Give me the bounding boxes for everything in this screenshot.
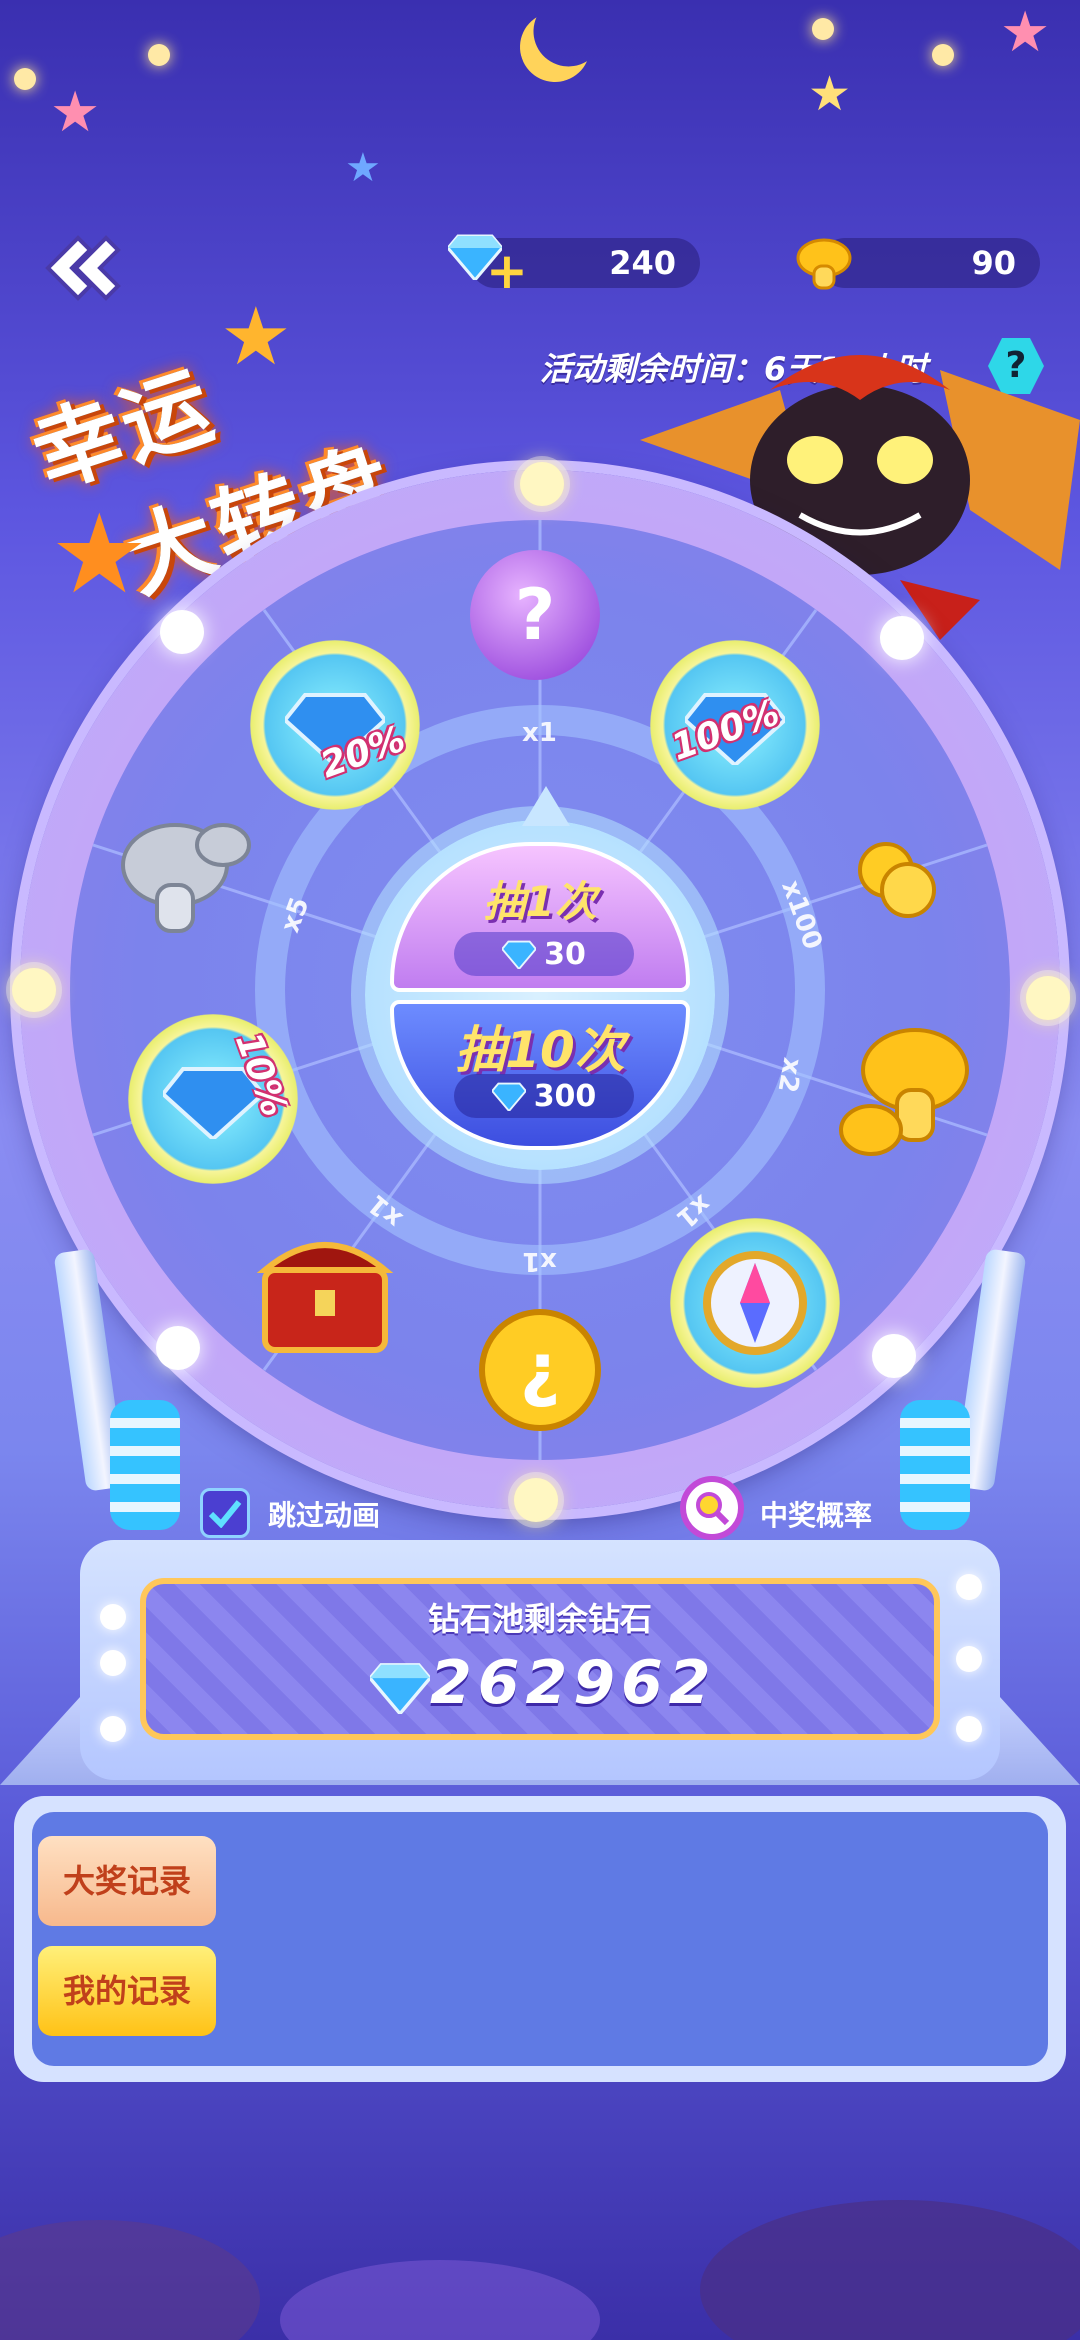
compass-icon: [703, 1251, 807, 1355]
wheel-light: [156, 1326, 200, 1370]
prize-diamond-pile-20: 20%: [250, 640, 420, 810]
console-light: [956, 1716, 982, 1742]
star-icon: ★: [220, 290, 292, 383]
light-bulb: [148, 44, 170, 66]
diamond-pool-value: 262962: [430, 1648, 717, 1718]
svg-text:¿: ¿: [520, 1328, 561, 1410]
wheel-pointer-icon: [522, 786, 570, 826]
skip-animation-checkbox[interactable]: [200, 1488, 250, 1538]
win-probability-label[interactable]: 中奖概率: [760, 1494, 872, 1534]
console-light: [956, 1574, 982, 1600]
diamond-icon: [491, 1082, 526, 1111]
light-bulb: [932, 44, 954, 66]
star-icon: ★: [808, 66, 852, 122]
moon-icon: [510, 2, 600, 92]
mushroom-balance: 90: [820, 238, 1040, 288]
wheel-light: [1026, 976, 1070, 1020]
diamond-pool-title: 钻石池剩余钻石: [427, 1600, 652, 1638]
prize-gold-mystery-coin: ¿: [470, 1300, 610, 1440]
back-button[interactable]: [38, 228, 128, 308]
wheel-light: [12, 968, 56, 1012]
spring-decor: [110, 1400, 180, 1530]
magnifier-icon: [696, 1492, 730, 1526]
treasure-chest-icon: [256, 1242, 394, 1353]
diamond-icon: [370, 1663, 430, 1714]
wheel-light: [520, 462, 564, 506]
console-light: [100, 1716, 126, 1742]
checkmark-icon: [208, 1500, 242, 1528]
spring-decor: [900, 1400, 970, 1530]
prize-mystery-orb: ?: [470, 550, 600, 680]
prize-diamond-pile-10: 10%: [128, 1014, 298, 1184]
grand-prize-records-button[interactable]: 大奖记录: [38, 1836, 216, 1926]
multiplier-label: x1: [522, 718, 557, 748]
multiplier-label: x2: [771, 1055, 808, 1095]
gold-mushroom-icon: [839, 1028, 969, 1156]
my-records-button[interactable]: 我的记录: [38, 1946, 216, 2036]
prize-silver-mushrooms: [110, 800, 260, 950]
prize-gold-mushrooms: [830, 1020, 980, 1170]
double-chevron-left-icon: [45, 235, 121, 301]
win-probability-button[interactable]: [680, 1476, 744, 1540]
light-bulb: [14, 68, 36, 90]
gold-coin-question-icon: ¿: [479, 1309, 601, 1431]
prize-treasure-chest: [240, 1210, 410, 1370]
wheel-light: [514, 1478, 558, 1522]
console-light: [956, 1646, 982, 1672]
gold-coin-icon: [858, 842, 936, 918]
wheel-light: [880, 616, 924, 660]
wheel-light: [872, 1334, 916, 1378]
console-light: [100, 1650, 126, 1676]
prize-gold-coins: [836, 820, 956, 940]
draw-once-cost: 30: [454, 932, 634, 976]
console-light: [100, 1604, 126, 1630]
mushroom-icon: [796, 238, 852, 290]
star-icon: ★: [345, 145, 381, 191]
diamond-icon: [502, 940, 537, 969]
prize-diamond-pile-100: 100%: [650, 640, 820, 810]
star-icon: ★: [1000, 0, 1051, 65]
add-diamond-button[interactable]: +: [486, 242, 528, 300]
multiplier-label: x1: [522, 1246, 557, 1276]
star-icon: ★: [50, 80, 101, 145]
draw-ten-cost: 300: [454, 1074, 634, 1118]
wheel-light: [160, 610, 204, 654]
prize-compass-badge: [670, 1218, 840, 1388]
light-bulb: [812, 18, 834, 40]
bottom-scenery: [0, 2200, 1080, 2340]
silver-mushroom-icon: [121, 823, 251, 933]
skip-animation-label: 跳过动画: [268, 1499, 381, 1532]
